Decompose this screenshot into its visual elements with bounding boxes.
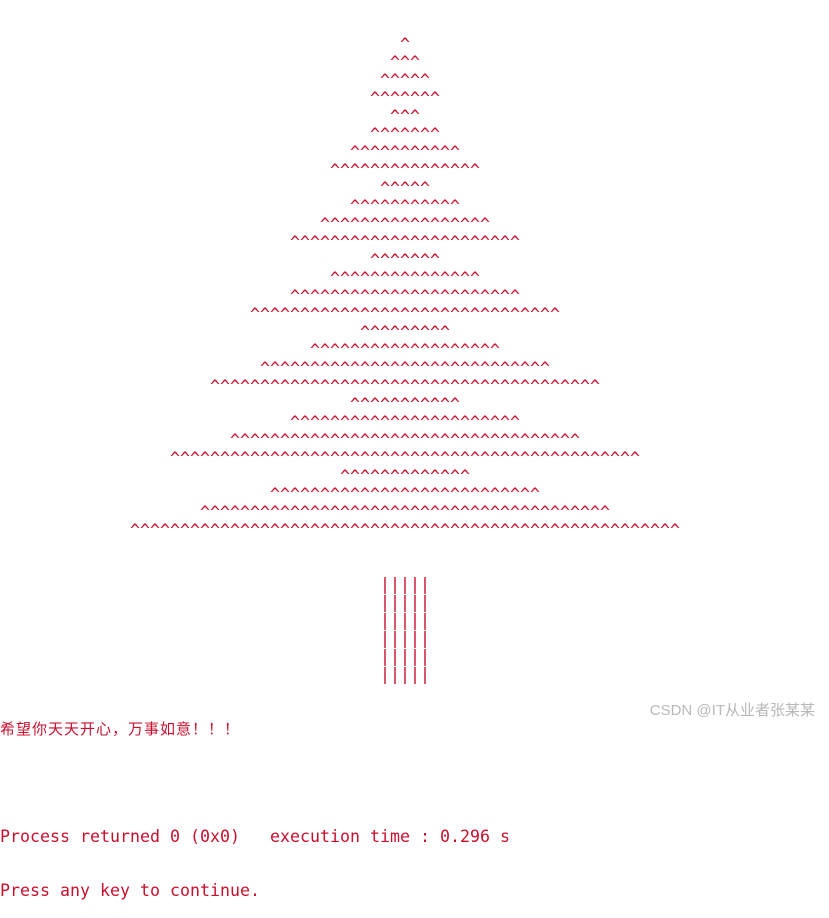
tree-row: ^^^^^^^^^^^^^^^^^^^^^^^^^^^^^^^^^^^^^^^ [0,377,600,396]
tree-row: ^ [0,35,410,54]
tree-row: ^^^^^^^^^^^^^^^^^ [0,215,490,234]
tree-row: ^^^^^^^^^^^^^^^^^^^^^^^^^^^^^^^^^^^ [0,431,580,450]
tree-row: ^^^^^^^^^^^^^^^^^^^^^^^ [0,233,520,252]
tree-row: ^^^^^^^^^^^ [0,395,460,414]
trunk-row: ||||| [0,575,430,594]
tree-row: ^^^^^^^ [0,89,440,108]
tree-row: ^^^^^^^^^^^^^^^^^^^^^^^^^^^^^^^ [0,305,560,324]
tree-trunk: ||||| ||||| ||||| ||||| ||||| ||||| [0,576,680,684]
tree-row: ^^^^^^^^^ [0,323,450,342]
trunk-row: ||||| [0,611,430,630]
tree-row: ^^^^^^^ [0,251,440,270]
trunk-row: ||||| [0,665,430,684]
tree-row: ^^^^^^^^^^^^^^^ [0,161,480,180]
csdn-watermark: CSDN @IT从业者张某某 [649,702,815,719]
tree-row: ^^^^^ [0,71,430,90]
tree-row: ^^^^^^^^^^^^^^^ [0,269,480,288]
tree-row: ^^^^^ [0,179,430,198]
press-any-key-line: Press any key to continue. [0,881,260,900]
tree-row: ^^^^^^^^^^^^^^^^^^^^^^^^^^^^^^^^^^^^^^^^… [0,503,610,522]
console-output: ^ ^^^ ^^^^^ ^^^^^^^ ^^^ ^^^^^^^ ^^^^^^^^… [0,0,680,918]
tree-row: ^^^^^^^^^^^^^^^^^^^^^^^ [0,287,520,306]
tree-row: ^^^^^^^^^^^^^^^^^^^^^^^ [0,413,520,432]
christmas-tree: ^ ^^^ ^^^^^ ^^^^^^^ ^^^ ^^^^^^^ ^^^^^^^^… [0,36,680,540]
greeting-message: 希望你天天开心，万事如意！！！ [0,720,241,738]
tree-row: ^^^^^^^^^^^^^^^^^^^^^^^^^^^ [0,485,540,504]
trunk-row: ||||| [0,629,430,648]
trunk-row: ||||| [0,647,430,666]
tree-row: ^^^ [0,107,420,126]
tree-row: ^^^^^^^^^^^^^^^^^^^^^^^^^^^^^ [0,359,550,378]
tree-row: ^^^^^^^^^^^^^^^^^^^ [0,341,500,360]
tree-row: ^^^^^^^^^^^^^^^^^^^^^^^^^^^^^^^^^^^^^^^^… [0,521,680,540]
tree-row: ^^^^^^^^^^^ [0,143,460,162]
tree-row: ^^^^^^^^^^^ [0,197,460,216]
tree-row: ^^^^^^^ [0,125,440,144]
tree-row: ^^^ [0,53,420,72]
trunk-row: ||||| [0,593,430,612]
tree-row: ^^^^^^^^^^^^^^^^^^^^^^^^^^^^^^^^^^^^^^^^… [0,449,640,468]
tree-row: ^^^^^^^^^^^^^ [0,467,470,486]
process-returned-line: Process returned 0 (0x0) execution time … [0,827,510,846]
